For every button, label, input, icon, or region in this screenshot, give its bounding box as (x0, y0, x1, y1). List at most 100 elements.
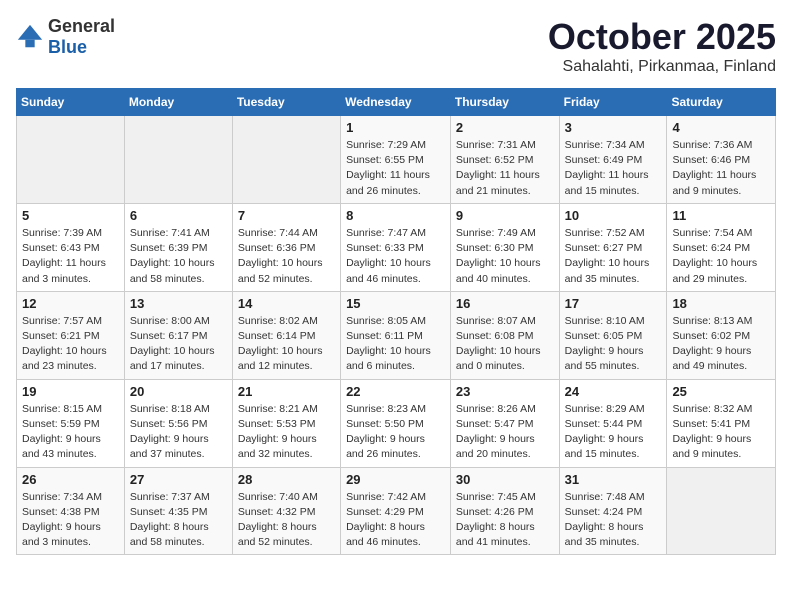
day-cell: 26 Sunrise: 7:34 AM Sunset: 4:38 PM Dayli… (17, 467, 125, 555)
day-number: 4 (672, 120, 770, 135)
logo-text-general: General (48, 16, 115, 36)
day-detail: Sunrise: 7:41 AM Sunset: 6:39 PM Dayligh… (130, 226, 227, 287)
day-detail: Sunrise: 8:32 AM Sunset: 5:41 PM Dayligh… (672, 402, 770, 463)
day-number: 6 (130, 208, 227, 223)
day-detail: Sunrise: 7:36 AM Sunset: 6:46 PM Dayligh… (672, 138, 770, 199)
day-cell: 22 Sunrise: 8:23 AM Sunset: 5:50 PM Dayli… (341, 379, 451, 467)
week-row-3: 12 Sunrise: 7:57 AM Sunset: 6:21 PM Dayli… (17, 291, 776, 379)
day-cell: 10 Sunrise: 7:52 AM Sunset: 6:27 PM Dayli… (559, 203, 667, 291)
day-number: 27 (130, 472, 227, 487)
day-cell: 6 Sunrise: 7:41 AM Sunset: 6:39 PM Daylig… (124, 203, 232, 291)
day-number: 14 (238, 296, 335, 311)
day-number: 8 (346, 208, 445, 223)
day-detail: Sunrise: 7:47 AM Sunset: 6:33 PM Dayligh… (346, 226, 445, 287)
day-number: 10 (565, 208, 662, 223)
day-cell: 7Sunrise: 7:44 AM Sunset: 6:36 PM Daylig… (232, 203, 340, 291)
day-detail: Sunrise: 8:05 AM Sunset: 6:11 PM Dayligh… (346, 314, 445, 375)
logo: General Blue (16, 16, 115, 58)
weekday-header-monday: Monday (124, 89, 232, 116)
day-cell: 27Sunrise: 7:37 AM Sunset: 4:35 PM Dayli… (124, 467, 232, 555)
day-number: 12 (22, 296, 119, 311)
day-number: 30 (456, 472, 554, 487)
weekday-header-row: SundayMondayTuesdayWednesdayThursdayFrid… (17, 89, 776, 116)
day-detail: Sunrise: 7:40 AM Sunset: 4:32 PM Dayligh… (238, 490, 335, 551)
day-cell (17, 116, 125, 204)
day-cell: 19 Sunrise: 8:15 AM Sunset: 5:59 PM Dayli… (17, 379, 125, 467)
day-cell: 20 Sunrise: 8:18 AM Sunset: 5:56 PM Dayli… (124, 379, 232, 467)
day-number: 3 (565, 120, 662, 135)
week-row-1: 1Sunrise: 7:29 AM Sunset: 6:55 PM Daylig… (17, 116, 776, 204)
day-cell: 24Sunrise: 8:29 AM Sunset: 5:44 PM Dayli… (559, 379, 667, 467)
day-number: 26 (22, 472, 119, 487)
day-detail: Sunrise: 7:34 AM Sunset: 4:38 PM Dayligh… (22, 490, 119, 551)
day-number: 28 (238, 472, 335, 487)
calendar-table: SundayMondayTuesdayWednesdayThursdayFrid… (16, 88, 776, 555)
day-detail: Sunrise: 7:34 AM Sunset: 6:49 PM Dayligh… (565, 138, 662, 199)
day-cell: 23 Sunrise: 8:26 AM Sunset: 5:47 PM Dayli… (450, 379, 559, 467)
week-row-5: 26 Sunrise: 7:34 AM Sunset: 4:38 PM Dayli… (17, 467, 776, 555)
day-number: 21 (238, 384, 335, 399)
day-cell: 18 Sunrise: 8:13 AM Sunset: 6:02 PM Dayli… (667, 291, 776, 379)
day-detail: Sunrise: 8:02 AM Sunset: 6:14 PM Dayligh… (238, 314, 335, 375)
day-number: 13 (130, 296, 227, 311)
day-number: 20 (130, 384, 227, 399)
day-detail: Sunrise: 7:39 AM Sunset: 6:43 PM Dayligh… (22, 226, 119, 287)
day-cell: 17 Sunrise: 8:10 AM Sunset: 6:05 PM Dayli… (559, 291, 667, 379)
day-cell: 9Sunrise: 7:49 AM Sunset: 6:30 PM Daylig… (450, 203, 559, 291)
day-number: 19 (22, 384, 119, 399)
day-number: 5 (22, 208, 119, 223)
logo-icon (16, 23, 44, 51)
day-number: 7 (238, 208, 335, 223)
day-cell: 29 Sunrise: 7:42 AM Sunset: 4:29 PM Dayli… (341, 467, 451, 555)
day-detail: Sunrise: 7:48 AM Sunset: 4:24 PM Dayligh… (565, 490, 662, 551)
day-cell: 16Sunrise: 8:07 AM Sunset: 6:08 PM Dayli… (450, 291, 559, 379)
day-cell: 1Sunrise: 7:29 AM Sunset: 6:55 PM Daylig… (341, 116, 451, 204)
day-number: 22 (346, 384, 445, 399)
day-detail: Sunrise: 8:29 AM Sunset: 5:44 PM Dayligh… (565, 402, 662, 463)
day-detail: Sunrise: 7:42 AM Sunset: 4:29 PM Dayligh… (346, 490, 445, 551)
day-cell: 4 Sunrise: 7:36 AM Sunset: 6:46 PM Daylig… (667, 116, 776, 204)
day-number: 31 (565, 472, 662, 487)
day-number: 15 (346, 296, 445, 311)
day-number: 2 (456, 120, 554, 135)
location-title: Sahalahti, Pirkanmaa, Finland (548, 58, 776, 76)
day-detail: Sunrise: 8:10 AM Sunset: 6:05 PM Dayligh… (565, 314, 662, 375)
day-detail: Sunrise: 7:52 AM Sunset: 6:27 PM Dayligh… (565, 226, 662, 287)
day-cell: 30 Sunrise: 7:45 AM Sunset: 4:26 PM Dayli… (450, 467, 559, 555)
weekday-header-friday: Friday (559, 89, 667, 116)
logo-text-blue: Blue (48, 37, 87, 57)
day-detail: Sunrise: 8:13 AM Sunset: 6:02 PM Dayligh… (672, 314, 770, 375)
day-detail: Sunrise: 8:26 AM Sunset: 5:47 PM Dayligh… (456, 402, 554, 463)
title-block: October 2025 Sahalahti, Pirkanmaa, Finla… (548, 16, 776, 76)
day-detail: Sunrise: 7:57 AM Sunset: 6:21 PM Dayligh… (22, 314, 119, 375)
day-detail: Sunrise: 8:18 AM Sunset: 5:56 PM Dayligh… (130, 402, 227, 463)
weekday-header-thursday: Thursday (450, 89, 559, 116)
day-number: 18 (672, 296, 770, 311)
day-detail: Sunrise: 8:15 AM Sunset: 5:59 PM Dayligh… (22, 402, 119, 463)
day-cell: 11Sunrise: 7:54 AM Sunset: 6:24 PM Dayli… (667, 203, 776, 291)
day-detail: Sunrise: 7:31 AM Sunset: 6:52 PM Dayligh… (456, 138, 554, 199)
month-title: October 2025 (548, 16, 776, 58)
day-cell: 5 Sunrise: 7:39 AM Sunset: 6:43 PM Daylig… (17, 203, 125, 291)
day-detail: Sunrise: 7:45 AM Sunset: 4:26 PM Dayligh… (456, 490, 554, 551)
weekday-header-tuesday: Tuesday (232, 89, 340, 116)
day-number: 23 (456, 384, 554, 399)
weekday-header-sunday: Sunday (17, 89, 125, 116)
weekday-header-saturday: Saturday (667, 89, 776, 116)
day-number: 29 (346, 472, 445, 487)
day-cell: 31 Sunrise: 7:48 AM Sunset: 4:24 PM Dayli… (559, 467, 667, 555)
day-cell: 28 Sunrise: 7:40 AM Sunset: 4:32 PM Dayli… (232, 467, 340, 555)
day-detail: Sunrise: 8:00 AM Sunset: 6:17 PM Dayligh… (130, 314, 227, 375)
day-cell: 21 Sunrise: 8:21 AM Sunset: 5:53 PM Dayli… (232, 379, 340, 467)
day-number: 25 (672, 384, 770, 399)
day-detail: Sunrise: 8:07 AM Sunset: 6:08 PM Dayligh… (456, 314, 554, 375)
weekday-header-wednesday: Wednesday (341, 89, 451, 116)
day-cell: 8 Sunrise: 7:47 AM Sunset: 6:33 PM Daylig… (341, 203, 451, 291)
day-number: 9 (456, 208, 554, 223)
day-cell (232, 116, 340, 204)
day-detail: Sunrise: 8:21 AM Sunset: 5:53 PM Dayligh… (238, 402, 335, 463)
day-number: 17 (565, 296, 662, 311)
day-cell: 12 Sunrise: 7:57 AM Sunset: 6:21 PM Dayli… (17, 291, 125, 379)
day-cell: 3 Sunrise: 7:34 AM Sunset: 6:49 PM Daylig… (559, 116, 667, 204)
day-detail: Sunrise: 8:23 AM Sunset: 5:50 PM Dayligh… (346, 402, 445, 463)
